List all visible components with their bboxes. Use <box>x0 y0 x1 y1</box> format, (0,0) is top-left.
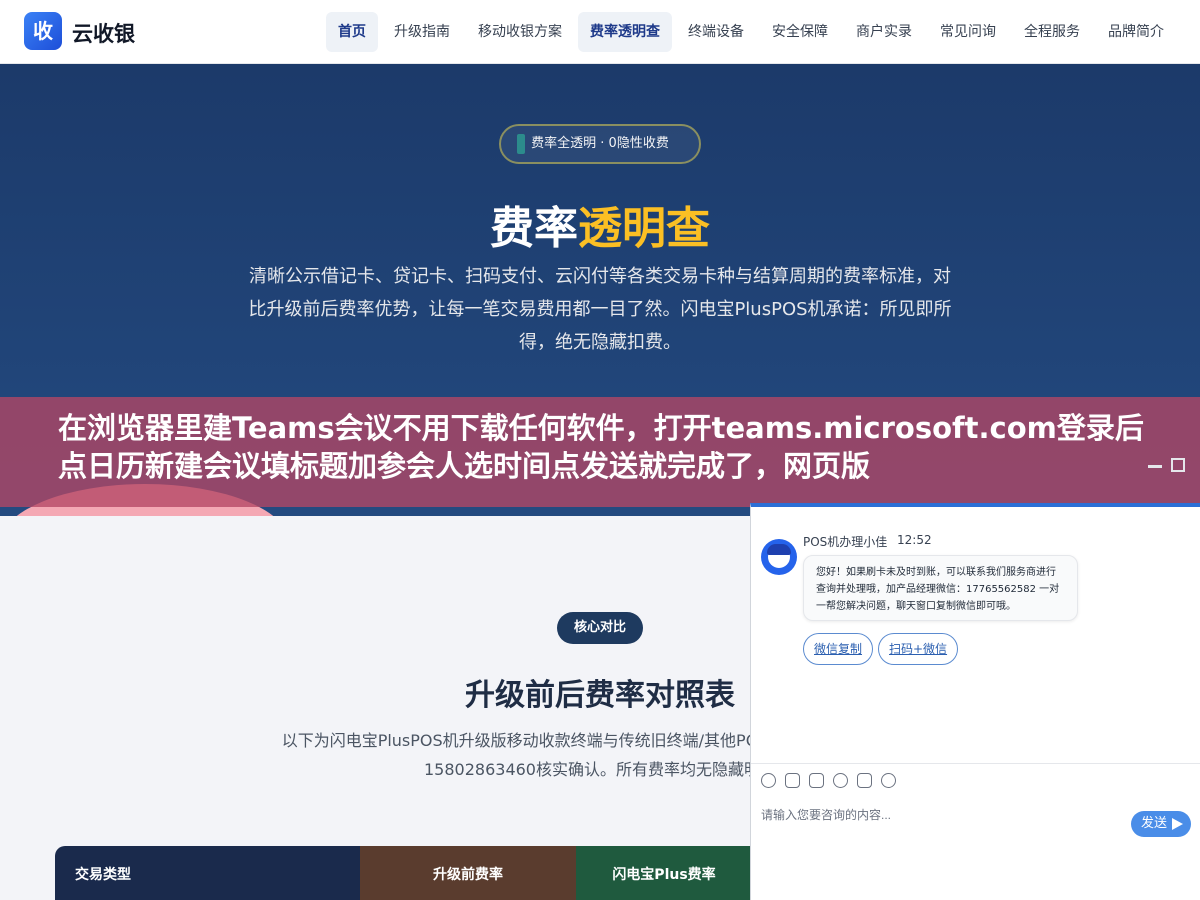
send-button-label: 发送 <box>1141 816 1168 831</box>
main-nav: 首页 升级指南 移动收银方案 费率透明查 终端设备 安全保障 商户实录 常见问询… <box>326 12 1176 52</box>
nav-item-home[interactable]: 首页 <box>326 12 378 52</box>
nav-item-mobile-pay[interactable]: 移动收银方案 <box>466 12 574 52</box>
agent-avatar <box>761 539 797 575</box>
hero-title-plain: 费率 <box>490 203 578 254</box>
image-icon[interactable] <box>785 773 800 788</box>
rating-icon[interactable] <box>833 773 848 788</box>
section-badge: 核心对比 <box>557 612 643 644</box>
nav-item-fee-rates[interactable]: 费率透明查 <box>578 12 672 52</box>
send-button[interactable]: 发送 <box>1131 811 1191 837</box>
brand-name[interactable]: 云收银 <box>72 18 135 48</box>
minimize-icon[interactable] <box>1148 465 1162 468</box>
hero-badge-text: 费率全透明 · 0隐性收费 <box>531 136 669 151</box>
emoji-icon[interactable] <box>761 773 776 788</box>
chat-sender-name: POS机办理小佳 <box>803 535 888 549</box>
avatar-hair <box>767 544 791 555</box>
table-header-before: 升级前费率 <box>360 846 576 900</box>
table-header-type: 交易类型 <box>55 846 360 900</box>
nav-item-upgrade-guide[interactable]: 升级指南 <box>382 12 462 52</box>
nav-item-about[interactable]: 品牌简介 <box>1096 12 1176 52</box>
nav-item-merchant-cases[interactable]: 商户实录 <box>844 12 924 52</box>
hero-badge: 费率全透明 · 0隐性收费 <box>499 124 701 164</box>
hero-description: 清晰公示借记卡、贷记卡、扫码支付、云闪付等各类交易卡种与结算周期的费率标准，对比… <box>248 266 952 353</box>
chat-timestamp: 12:52 <box>897 533 932 547</box>
table-header-plus: 闪电宝Plus费率 <box>576 846 752 900</box>
chat-bubbles-icon[interactable] <box>881 773 896 788</box>
nav-item-faq[interactable]: 常见问询 <box>928 12 1008 52</box>
logo-icon[interactable]: 收 <box>24 12 62 50</box>
voice-icon[interactable] <box>857 773 872 788</box>
subtitle-text: 在浏览器里建Teams会议不用下载任何软件，打开teams.microsoft.… <box>58 411 1144 483</box>
hero-title-highlight: 透明查 <box>578 203 710 254</box>
hero-title: 费率透明查 <box>0 192 1200 256</box>
chat-toolbar <box>761 773 896 793</box>
scan-wechat-button[interactable]: 扫码+微信 <box>878 633 959 665</box>
chat-divider <box>751 763 1200 764</box>
nav-item-devices[interactable]: 终端设备 <box>676 12 756 52</box>
subtitle-overlay: 在浏览器里建Teams会议不用下载任何软件，打开teams.microsoft.… <box>0 397 1200 507</box>
screenshot-icon[interactable] <box>809 773 824 788</box>
chat-message-bubble: 您好！如果刷卡未及时到账，可以联系我们服务商进行查询并处理哦，加产品经理微信：1… <box>803 555 1078 621</box>
nav-item-service[interactable]: 全程服务 <box>1012 12 1092 52</box>
top-header: 收 云收银 首页 升级指南 移动收银方案 费率透明查 终端设备 安全保障 商户实… <box>0 0 1200 64</box>
chat-widget: POS机办理小佳 12:52 您好！如果刷卡未及时到账，可以联系我们服务商进行查… <box>750 503 1200 900</box>
copy-wechat-button[interactable]: 微信复制 <box>803 633 874 665</box>
maximize-icon[interactable] <box>1171 458 1185 472</box>
nav-item-security[interactable]: 安全保障 <box>760 12 840 52</box>
chat-message-input[interactable] <box>761 803 1121 827</box>
send-arrow-icon <box>1172 818 1183 830</box>
